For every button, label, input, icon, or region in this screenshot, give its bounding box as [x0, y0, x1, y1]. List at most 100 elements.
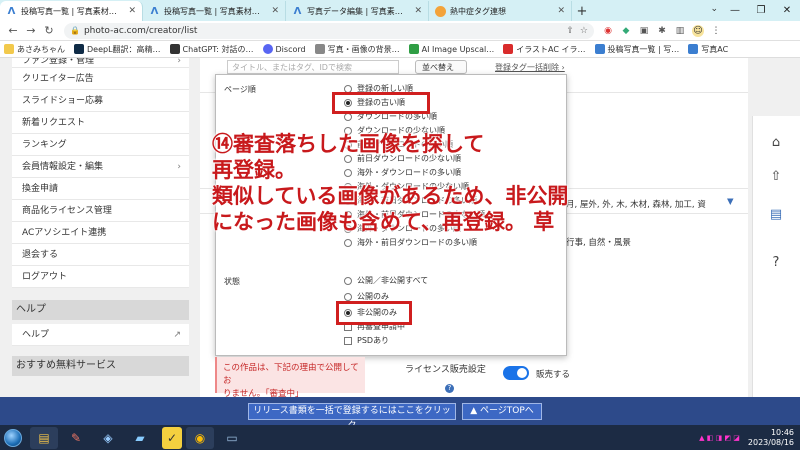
- taskbar-app-window[interactable]: ▭: [218, 427, 246, 449]
- sidebar-item-license[interactable]: 商品化ライセンス管理: [12, 200, 189, 222]
- close-icon[interactable]: ✕: [557, 6, 565, 16]
- browser-tab-strip: Λ 投稿写真一覧 | 写真素材なら「 ✕ Λ 投稿写真一覧 | 写真素材なら「 …: [0, 0, 800, 21]
- sidebar-item-payout[interactable]: 換金申請: [12, 178, 189, 200]
- page-top-button[interactable]: ▲ ページTOPへ: [462, 403, 542, 420]
- new-tab-button[interactable]: +: [572, 1, 592, 21]
- upload-icon[interactable]: ⇧: [766, 166, 786, 186]
- sidebar-item-new-requests[interactable]: 新着リクエスト: [12, 112, 189, 134]
- tab-title: 投稿写真一覧 | 写真素材なら「: [21, 6, 125, 16]
- close-icon[interactable]: ✕: [128, 6, 136, 16]
- bookmark-item[interactable]: イラストAC イラ…: [503, 44, 586, 55]
- checkbox[interactable]: [344, 336, 352, 345]
- photoac-icon: [688, 44, 699, 54]
- annotation-text: ⑭審査落ちした画像を探して 再登録。 類似している画像があるため、非公開 になっ…: [212, 131, 682, 235]
- back-icon[interactable]: ←: [4, 24, 22, 37]
- browser-tab-4[interactable]: 熱中症タグ連想 ✕: [429, 1, 572, 21]
- browser-tab-2[interactable]: Λ 投稿写真一覧 | 写真素材なら「 ✕: [143, 1, 286, 21]
- windows-taskbar: ▤ ✎ ◈ ▰ ✓ ◉ ▭ ▲ ◧ ◨ ◩ ◪ 10:46 2023/08/16: [0, 425, 800, 450]
- sidebar-item-creator-ads[interactable]: クリエイター広告: [12, 68, 189, 90]
- sidepanel-icon[interactable]: ▥: [674, 25, 686, 37]
- bookmark-item[interactable]: ChatGPT: 対話の…: [169, 44, 254, 55]
- taskbar-app-gallery[interactable]: ◈: [94, 427, 122, 449]
- home-icon[interactable]: ⌂: [766, 132, 786, 152]
- taskbar-app-chrome[interactable]: ◉: [186, 426, 214, 449]
- url-input[interactable]: 🔒 photo-ac.com/creator/list ⇪ ☆: [64, 22, 594, 39]
- check-icon: ✓: [166, 430, 178, 445]
- upscale-icon: [408, 44, 419, 54]
- help-icon[interactable]: ?: [766, 252, 786, 272]
- sidebar-item-associate[interactable]: ACアソシエイト連携: [12, 222, 189, 244]
- taskbar-app-folder[interactable]: ▤: [30, 426, 58, 449]
- sidebar-item-logout[interactable]: ログアウト: [12, 266, 189, 288]
- forward-icon[interactable]: →: [22, 24, 40, 37]
- sidebar-item-help[interactable]: ヘルプ ↗: [12, 324, 189, 346]
- window-close-icon[interactable]: ✕: [774, 0, 800, 21]
- tray-icons[interactable]: ▲ ◧ ◨ ◩ ◪: [699, 434, 740, 442]
- bookmark-item[interactable]: DeepL翻訳：高精…: [74, 44, 161, 55]
- lock-icon[interactable]: 🔒: [70, 26, 80, 35]
- menu-kebab-icon[interactable]: ⋮: [710, 25, 722, 37]
- bookmark-item[interactable]: 写真・画像の背景…: [314, 44, 400, 55]
- tab-search-icon[interactable]: ⌄: [710, 4, 718, 14]
- highlight-box: [332, 92, 430, 114]
- close-icon[interactable]: ✕: [414, 6, 422, 16]
- sidebar-item-fan-management[interactable]: ファン登録・管理 ›: [12, 58, 189, 68]
- url-text: photo-ac.com/creator/list: [83, 25, 198, 36]
- sidebar-item-slideshow[interactable]: スライドショー応募: [12, 90, 189, 112]
- extension-icon[interactable]: ▣: [638, 25, 650, 37]
- radio-button[interactable]: [344, 292, 352, 301]
- browser-tab-3[interactable]: Λ 写真データ編集 | 写真素材なら ✕: [286, 1, 429, 21]
- search-input[interactable]: タイトル、またはタグ、IDで検索: [227, 60, 399, 74]
- start-button[interactable]: [0, 425, 26, 450]
- profile-avatar[interactable]: ☺: [692, 24, 704, 37]
- tab-title: 熱中症タグ連想: [450, 6, 506, 16]
- paint-icon: ✎: [70, 430, 82, 445]
- maximize-icon[interactable]: ❐: [748, 0, 774, 21]
- sale-toggle[interactable]: [503, 366, 529, 380]
- radio-button[interactable]: [344, 238, 352, 247]
- highlight-box: [336, 301, 412, 325]
- bookmark-item[interactable]: 写真AC: [688, 44, 728, 55]
- system-tray: ▲ ◧ ◨ ◩ ◪ 10:46 2023/08/16: [699, 425, 800, 450]
- sidebar-item-withdraw[interactable]: 退会する: [12, 244, 189, 266]
- chevron-down-icon[interactable]: ▼: [727, 197, 734, 207]
- status-warning-box: この作品は、下記の理由で公開してお りません。「審査中」: [215, 357, 365, 399]
- bookmark-item[interactable]: 投稿写真一覧 | 写…: [594, 44, 679, 55]
- sidebar-item-ranking[interactable]: ランキング: [12, 134, 189, 156]
- bookmark-item[interactable]: あさみちゃん: [4, 44, 65, 55]
- discord-icon: [262, 44, 273, 54]
- extension-icon[interactable]: ◆: [620, 25, 632, 37]
- radio-button[interactable]: [344, 276, 352, 285]
- puzzle-icon[interactable]: ✱: [656, 25, 668, 37]
- tags-text: 行事, 自然・風景: [566, 238, 631, 248]
- bottom-action-bar: リリース書類を一括で登録するにはここをクリック ▲ ページTOPへ: [0, 397, 800, 431]
- sort-option[interactable]: 海外・前日ダウンロードの多い順: [344, 237, 477, 248]
- bookmarks-bar: あさみちゃん DeepL翻訳：高精… ChatGPT: 対話の… Discord…: [0, 41, 800, 58]
- bulk-register-button[interactable]: リリース書類を一括で登録するにはここをクリック: [248, 403, 456, 431]
- annotation-line: 類似している画像があるため、非公開: [212, 184, 569, 208]
- status-section-label: 状態: [224, 277, 240, 286]
- openai-icon: [435, 5, 446, 17]
- share-icon[interactable]: ⇪: [566, 26, 574, 36]
- document-icon[interactable]: ▤: [766, 204, 786, 224]
- reload-icon[interactable]: ↻: [40, 24, 58, 37]
- status-option[interactable]: 公開／非公開すべて: [344, 275, 428, 286]
- bookmark-item[interactable]: Discord: [262, 44, 306, 54]
- status-option[interactable]: PSDあり: [344, 335, 389, 346]
- bookmark-item[interactable]: AI Image Upscal…: [408, 44, 494, 54]
- right-utility-panel: ⌂ ⇧ ▤ ?: [752, 116, 800, 397]
- tag-bulk-delete-link[interactable]: 登録タグ一括削除 ›: [495, 62, 565, 73]
- sidebar-item-member-settings[interactable]: 会員情報設定・編集 ›: [12, 156, 189, 178]
- clock[interactable]: 10:46 2023/08/16: [748, 428, 800, 448]
- close-icon[interactable]: ✕: [271, 6, 279, 16]
- star-icon[interactable]: ☆: [580, 26, 588, 36]
- taskbar-app-paint[interactable]: ✎: [62, 427, 90, 449]
- photoac-icon: Λ: [150, 5, 159, 17]
- extension-icon[interactable]: ◉: [602, 25, 614, 37]
- browser-tab-1[interactable]: Λ 投稿写真一覧 | 写真素材なら「 ✕: [0, 1, 143, 21]
- minimize-icon[interactable]: —: [722, 0, 748, 21]
- sort-dropdown-button[interactable]: 並べ替え: [415, 60, 467, 74]
- taskbar-app-tablet[interactable]: ▰: [126, 427, 154, 449]
- taskbar-app-notes[interactable]: ✓: [162, 426, 182, 449]
- help-icon[interactable]: ?: [445, 384, 454, 393]
